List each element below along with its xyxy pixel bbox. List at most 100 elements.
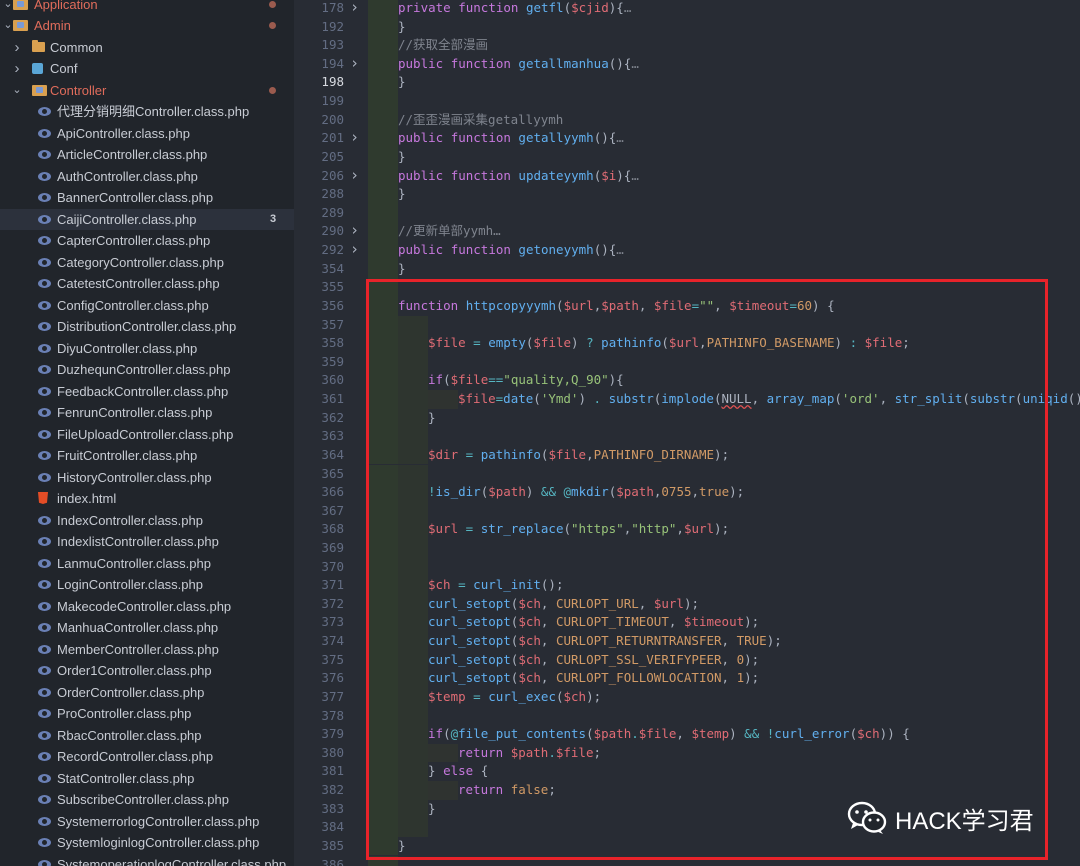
file-item[interactable]: CatetestController.class.php [0,273,294,295]
file-item[interactable]: RbacController.class.php [0,725,294,747]
file-item[interactable]: ManhuaController.class.php [0,617,294,639]
code-line[interactable]: 362} [294,408,1080,428]
code-line[interactable]: 205} [294,147,1080,167]
code-line[interactable]: 198} [294,73,1080,93]
file-item[interactable]: Order1Controller.class.php [0,660,294,682]
file-item[interactable]: ArticleController.class.php [0,144,294,166]
code-line[interactable]: 356 function httpcopyyymh($url,$path, $fi… [294,296,1080,316]
file-item[interactable]: SystemoperationlogController.class.php [0,854,294,866]
code-line[interactable]: 373 curl_setopt($ch, CURLOPT_TIMEOUT, $ti… [294,613,1080,633]
code-line[interactable]: 385} [294,836,1080,856]
code-line[interactable]: 355 [294,278,1080,297]
code-line[interactable]: 370 [294,557,1080,577]
code-line[interactable]: 192} [294,17,1080,37]
code-token: updateyymh [518,167,594,183]
file-item[interactable]: LanmuController.class.php [0,553,294,575]
file-item[interactable]: index.html [0,488,294,510]
code-line[interactable]: 193 //获取全部漫画 [294,36,1080,55]
file-item[interactable]: DistributionController.class.php [0,316,294,338]
code-line[interactable]: 381} else { [294,762,1080,781]
code-line[interactable]: 292 › public function getoneyymh(){… [294,240,1080,260]
file-item[interactable]: ProController.class.php [0,703,294,725]
folder-item[interactable]: ⌄ Application [0,0,294,15]
code-line[interactable]: 201 › public function getallyymh(){… [294,128,1080,148]
code-line[interactable]: 289 [294,203,1080,223]
code-line[interactable]: 374 curl_setopt($ch, CURLOPT_RETURNTRANSF… [294,632,1080,651]
code-token: } [398,18,406,34]
code-line[interactable]: 359 [294,352,1080,372]
code-line[interactable]: 178 › private function getfl($cjid){… [294,0,1080,18]
file-item[interactable]: DiyuController.class.php [0,338,294,360]
file-item[interactable]: StatController.class.php [0,768,294,790]
file-item[interactable]: FruitController.class.php [0,445,294,467]
file-item[interactable]: MakecodeController.class.php [0,596,294,618]
file-item[interactable]: FenrunController.class.php [0,402,294,424]
code-line[interactable]: 365 [294,464,1080,484]
chevron-right-icon[interactable]: › [11,37,23,59]
fold-chevron-icon[interactable]: › [350,221,359,240]
code-line[interactable]: 382 return false; [294,781,1080,800]
file-item[interactable]: RecordController.class.php [0,746,294,768]
php-file-icon [38,580,51,589]
code-line[interactable]: 288} [294,185,1080,204]
code-line[interactable]: 378 [294,706,1080,726]
file-item[interactable]: BannerController.class.php [0,187,294,209]
file-item[interactable]: MemberController.class.php [0,639,294,661]
code-line[interactable]: 358 $file = empty($file) ? pathinfo($url,… [294,334,1080,353]
fold-chevron-icon[interactable]: › [350,0,359,17]
file-item[interactable]: ApiController.class.php [0,123,294,145]
folder-item[interactable]: › Common [0,37,294,59]
fold-chevron-icon[interactable]: › [350,128,359,147]
code-line[interactable]: 372 curl_setopt($ch, CURLOPT_URL, $url); [294,594,1080,614]
file-item[interactable]: 代理分销明细Controller.class.php [0,101,294,123]
folder-item[interactable]: ⌄ Admin [0,15,294,37]
code-line[interactable]: 360 if($file=="quality,Q_90"){ [294,371,1080,390]
code-line[interactable]: 369 [294,538,1080,558]
file-item[interactable]: DuzhequnController.class.php [0,359,294,381]
file-item[interactable]: AuthController.class.php [0,166,294,188]
file-item[interactable]: CapterController.class.php [0,230,294,252]
file-item[interactable]: SystemloginlogController.class.php [0,832,294,854]
folder-item[interactable]: › Conf [0,58,294,80]
file-item[interactable]: IndexlistController.class.php [0,531,294,553]
fold-chevron-icon[interactable]: › [350,54,359,73]
code-line[interactable]: 379 if(@file_put_contents($path.$file, $t… [294,725,1080,744]
code-line[interactable]: 366 !is_dir($path) && @mkdir($path,0755,t… [294,483,1080,502]
fold-chevron-icon[interactable]: › [350,240,359,259]
code-line[interactable]: 194 › public function getallmanhua(){… [294,54,1080,74]
code-line[interactable]: 375 curl_setopt($ch, CURLOPT_SSL_VERIFYPE… [294,650,1080,670]
code-line[interactable]: 367 [294,501,1080,521]
code-line[interactable]: 377 $temp = curl_exec($ch); [294,687,1080,707]
code-line[interactable]: 364 $dir = pathinfo($file,PATHINFO_DIRNAM… [294,445,1080,465]
folder-item[interactable]: ⌄ Controller [0,80,294,102]
code-line[interactable]: 363 [294,427,1080,446]
code-line[interactable]: 380 return $path.$file; [294,743,1080,763]
chevron-right-icon[interactable]: › [11,58,23,80]
code-line[interactable]: 206 › public function updateyymh($i){… [294,166,1080,186]
file-item[interactable]: CaijiController.class.php 3 [0,208,294,230]
code-line[interactable]: 361 $file=date('Ymd') . substr(implode(NU… [294,390,1080,409]
code-line[interactable]: 357 [294,315,1080,335]
code-line[interactable]: 386 [294,855,1080,866]
chevron-down-icon[interactable]: ⌄ [11,80,23,102]
file-item[interactable]: FileUploadController.class.php [0,424,294,446]
file-item[interactable]: SubscribeController.class.php [0,789,294,811]
fold-chevron-icon[interactable]: › [350,166,359,185]
file-item[interactable]: OrderController.class.php [0,682,294,704]
code-line[interactable]: 371 $ch = curl_init(); [294,576,1080,595]
code-token: ( [443,726,451,742]
code-line[interactable]: 376 curl_setopt($ch, CURLOPT_FOLLOWLOCATI… [294,669,1080,688]
code-line[interactable]: 290 › //更新单部yymh… [294,221,1080,242]
file-item[interactable]: SystemerrorlogController.class.php [0,811,294,833]
code-line[interactable]: 199 [294,92,1080,111]
code-line[interactable]: 200 //歪歪漫画采集getallyymh [294,110,1080,130]
code-editor[interactable]: 178 › private function getfl($cjid){… 192} 1… [294,0,1080,866]
code-line[interactable]: 354} [294,259,1080,279]
file-item[interactable]: LoginController.class.php [0,574,294,596]
file-item[interactable]: HistoryController.class.php [0,467,294,489]
code-line[interactable]: 368 $url = str_replace("https","http",$ur… [294,520,1080,539]
file-item[interactable]: ConfigController.class.php [0,295,294,317]
file-item[interactable]: IndexController.class.php [0,510,294,532]
file-item[interactable]: FeedbackController.class.php [0,381,294,403]
file-item[interactable]: CategoryController.class.php [0,252,294,274]
